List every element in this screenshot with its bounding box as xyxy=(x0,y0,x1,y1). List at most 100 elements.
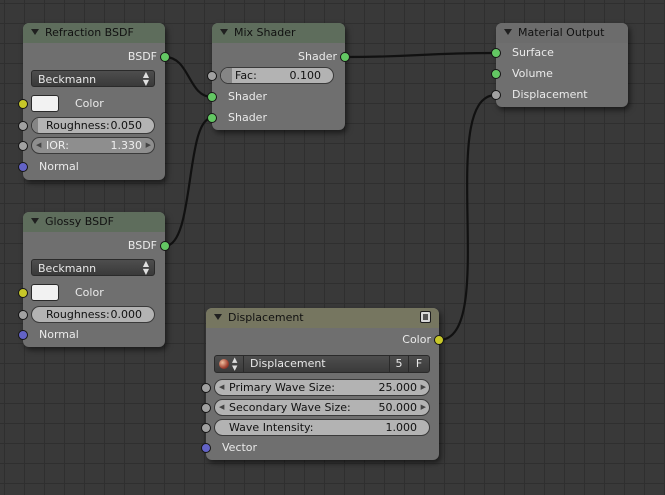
fac-label: Fac: xyxy=(235,69,257,82)
primary-wave-label: Primary Wave Size: xyxy=(229,381,335,394)
ior-field[interactable]: ◀ IOR: 1.330 ▶ xyxy=(31,137,155,154)
displacement-input-socket[interactable] xyxy=(491,90,501,100)
fac-value: 0.100 xyxy=(289,69,322,82)
slider-fill xyxy=(32,118,39,133)
roughness-slider[interactable]: Roughness: 0.050 xyxy=(31,117,155,134)
color-output-socket[interactable] xyxy=(434,335,444,345)
node-header[interactable]: Mix Shader xyxy=(212,23,345,43)
displacement-label: Displacement xyxy=(512,88,588,101)
distribution-value: Beckmann xyxy=(38,73,97,86)
ior-label: IOR: xyxy=(46,139,69,152)
normal-input-socket[interactable] xyxy=(18,330,28,340)
wave-intensity-value: 1.000 xyxy=(385,421,418,434)
node-title: Refraction BSDF xyxy=(45,26,134,39)
color-swatch[interactable] xyxy=(31,284,59,301)
node-title: Glossy BSDF xyxy=(45,215,114,228)
roughness-slider[interactable]: Roughness: 0.000 xyxy=(31,306,155,323)
surface-label: Surface xyxy=(512,46,554,59)
fac-slider[interactable]: Fac: 0.100 xyxy=(220,67,334,84)
texture-users-count[interactable]: 5 xyxy=(389,356,409,372)
color-input-socket[interactable] xyxy=(18,99,28,109)
fake-user-button[interactable]: F xyxy=(409,356,429,372)
wave-intensity-input-socket[interactable] xyxy=(201,423,211,433)
node-title: Material Output xyxy=(518,26,605,39)
roughness-label: Roughness: xyxy=(46,119,110,132)
collapse-triangle-icon[interactable] xyxy=(220,29,228,35)
fac-input-socket[interactable] xyxy=(207,71,217,81)
normal-input-socket[interactable] xyxy=(18,162,28,172)
increment-arrow-icon[interactable]: ▶ xyxy=(421,400,426,415)
secondary-wave-input-socket[interactable] xyxy=(201,403,211,413)
ior-value: 1.330 xyxy=(110,139,143,152)
increment-arrow-icon[interactable]: ▶ xyxy=(421,380,426,395)
shader1-label: Shader xyxy=(228,90,267,103)
link-glossy-to-mix xyxy=(164,116,213,248)
primary-wave-input-socket[interactable] xyxy=(201,383,211,393)
distribution-value: Beckmann xyxy=(38,262,97,275)
bsdf-output-socket[interactable] xyxy=(160,241,170,251)
node-header[interactable]: Refraction BSDF xyxy=(23,23,165,43)
node-header[interactable]: Material Output xyxy=(496,23,628,43)
material-output-node[interactable]: Material Output Surface Volume Displacem… xyxy=(491,23,628,107)
displacement-texture-node[interactable]: Displacement Color ▲ ▼ Displacement 5 F ◀… xyxy=(201,308,444,460)
bsdf-output-label: BSDF xyxy=(127,50,157,63)
texture-browse-button[interactable]: ▲ ▼ xyxy=(215,356,244,372)
roughness-input-socket[interactable] xyxy=(18,121,28,131)
wave-intensity-field[interactable]: Wave Intensity: 1.000 xyxy=(214,419,430,436)
refraction-bsdf-node[interactable]: Refraction BSDF BSDF Beckmann ▲ ▼ Color R… xyxy=(18,23,170,180)
roughness-value: 0.050 xyxy=(110,119,143,132)
texture-preview-icon[interactable] xyxy=(420,311,431,323)
link-mix-to-output xyxy=(344,51,497,59)
node-header[interactable]: Glossy BSDF xyxy=(23,212,165,232)
increment-arrow-icon[interactable]: ▶ xyxy=(146,138,151,153)
normal-label: Normal xyxy=(39,328,79,341)
collapse-triangle-icon[interactable] xyxy=(214,314,222,320)
decrement-arrow-icon[interactable]: ◀ xyxy=(219,380,224,395)
mix-shader-node[interactable]: Mix Shader Shader Fac: 0.100 Shader Shad… xyxy=(207,23,350,130)
color-output-label: Color xyxy=(402,333,431,346)
shader2-input-socket[interactable] xyxy=(207,113,217,123)
color-input-socket[interactable] xyxy=(18,288,28,298)
shader2-label: Shader xyxy=(228,111,267,124)
roughness-label: Roughness: xyxy=(46,308,110,321)
texture-datablock-selector[interactable]: ▲ ▼ Displacement 5 F xyxy=(214,355,430,373)
shader-output-label: Shader xyxy=(298,50,337,63)
node-title: Displacement xyxy=(228,311,304,324)
color-label: Color xyxy=(75,286,104,299)
node-header[interactable]: Displacement xyxy=(206,308,439,328)
vector-input-socket[interactable] xyxy=(201,443,211,453)
shader1-input-socket[interactable] xyxy=(207,92,217,102)
vector-label: Vector xyxy=(222,441,258,454)
node-title: Mix Shader xyxy=(234,26,296,39)
volume-label: Volume xyxy=(512,67,553,80)
distribution-dropdown[interactable]: Beckmann ▲ ▼ xyxy=(31,259,155,276)
roughness-value: 0.000 xyxy=(110,308,143,321)
glossy-bsdf-node[interactable]: Glossy BSDF BSDF Beckmann ▲ ▼ Color Rough… xyxy=(18,212,170,347)
bsdf-output-label: BSDF xyxy=(127,239,157,252)
secondary-wave-label: Secondary Wave Size: xyxy=(229,401,351,414)
roughness-input-socket[interactable] xyxy=(18,310,28,320)
bsdf-output-socket[interactable] xyxy=(160,52,170,62)
updown-arrows-icon: ▲ ▼ xyxy=(142,70,149,87)
color-swatch[interactable] xyxy=(31,95,59,112)
texture-icon xyxy=(219,359,229,369)
decrement-arrow-icon[interactable]: ◀ xyxy=(219,400,224,415)
secondary-wave-size-field[interactable]: ◀ Secondary Wave Size: 50.000 ▶ xyxy=(214,399,430,416)
updown-arrows-icon: ▲ ▼ xyxy=(142,259,149,276)
primary-wave-size-field[interactable]: ◀ Primary Wave Size: 25.000 ▶ xyxy=(214,379,430,396)
surface-input-socket[interactable] xyxy=(491,48,501,58)
collapse-triangle-icon[interactable] xyxy=(31,218,39,224)
secondary-wave-value: 50.000 xyxy=(378,401,418,414)
volume-input-socket[interactable] xyxy=(491,69,501,79)
collapse-triangle-icon[interactable] xyxy=(31,29,39,35)
color-label: Color xyxy=(75,97,104,110)
link-refraction-to-mix xyxy=(164,55,213,99)
shader-output-socket[interactable] xyxy=(340,52,350,62)
normal-label: Normal xyxy=(39,160,79,173)
wave-intensity-label: Wave Intensity: xyxy=(229,421,314,434)
decrement-arrow-icon[interactable]: ◀ xyxy=(36,138,41,153)
distribution-dropdown[interactable]: Beckmann ▲ ▼ xyxy=(31,70,155,87)
ior-input-socket[interactable] xyxy=(18,141,28,151)
texture-name[interactable]: Displacement xyxy=(250,356,326,372)
collapse-triangle-icon[interactable] xyxy=(504,29,512,35)
